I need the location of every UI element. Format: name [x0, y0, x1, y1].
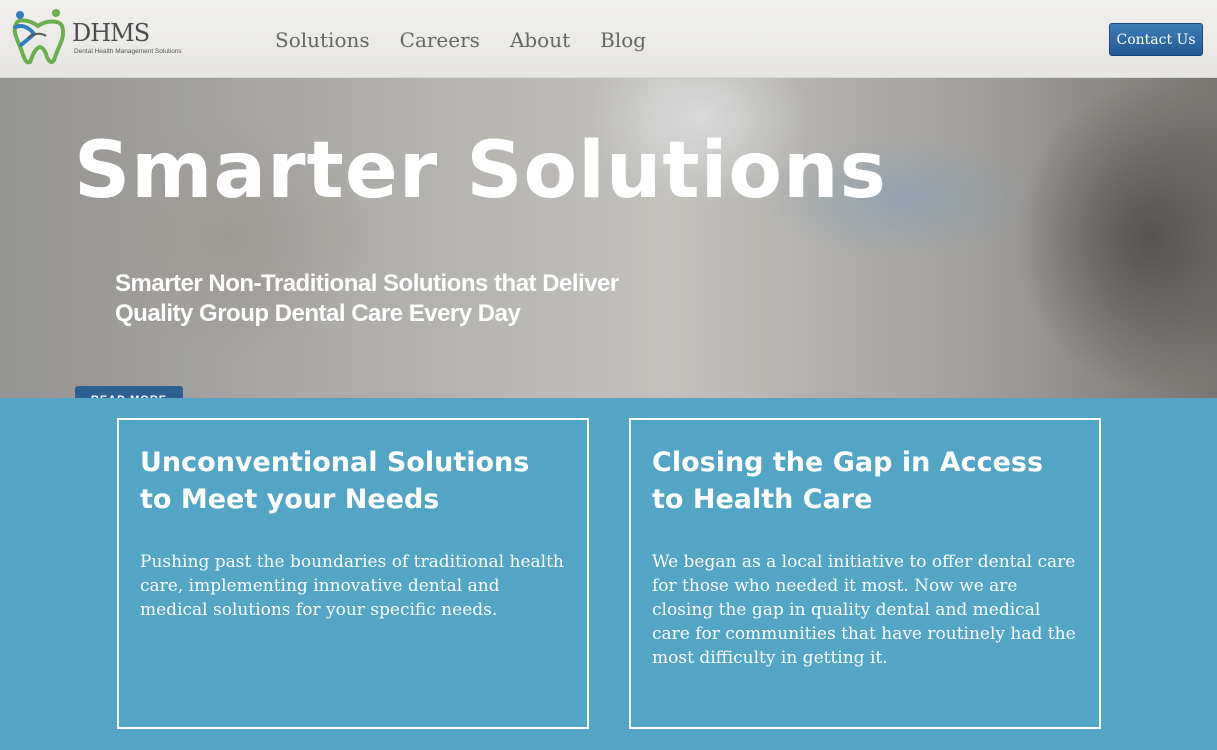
card-title: Unconventional Solutions to Meet your Ne… [140, 447, 530, 515]
hero-banner: Smarter Solutions Smarter Non-Traditiona… [0, 78, 1217, 398]
logo[interactable]: DHMS Dental Health Management Solutions [10, 8, 182, 66]
hero-subtitle: Smarter Non-Traditional Solutions that D… [115, 270, 619, 327]
hero-title: Smarter Solutions [74, 126, 887, 216]
card-body: We began as a local initiative to offer … [652, 552, 1076, 668]
nav-about[interactable]: About [510, 28, 570, 52]
nav-careers[interactable]: Careers [400, 28, 480, 52]
card-unconventional-solutions: Unconventional Solutions to Meet your Ne… [117, 418, 589, 729]
logo-subtitle: Dental Health Management Solutions [74, 48, 182, 55]
nav-blog[interactable]: Blog [600, 28, 646, 52]
tooth-logo-icon [12, 9, 65, 65]
contact-us-button[interactable]: Contact Us [1109, 23, 1203, 56]
main-nav: Solutions Careers About Blog [275, 28, 646, 52]
read-more-button[interactable]: READ MORE [75, 386, 183, 398]
card-body: Pushing past the boundaries of tradition… [140, 552, 564, 620]
card-closing-the-gap: Closing the Gap in Access to Health Care… [629, 418, 1101, 729]
logo-text: DHMS [72, 19, 150, 47]
nav-solutions[interactable]: Solutions [275, 28, 370, 52]
card-title: Closing the Gap in Access to Health Care [652, 447, 1044, 515]
site-header: DHMS Dental Health Management Solutions … [0, 0, 1217, 78]
